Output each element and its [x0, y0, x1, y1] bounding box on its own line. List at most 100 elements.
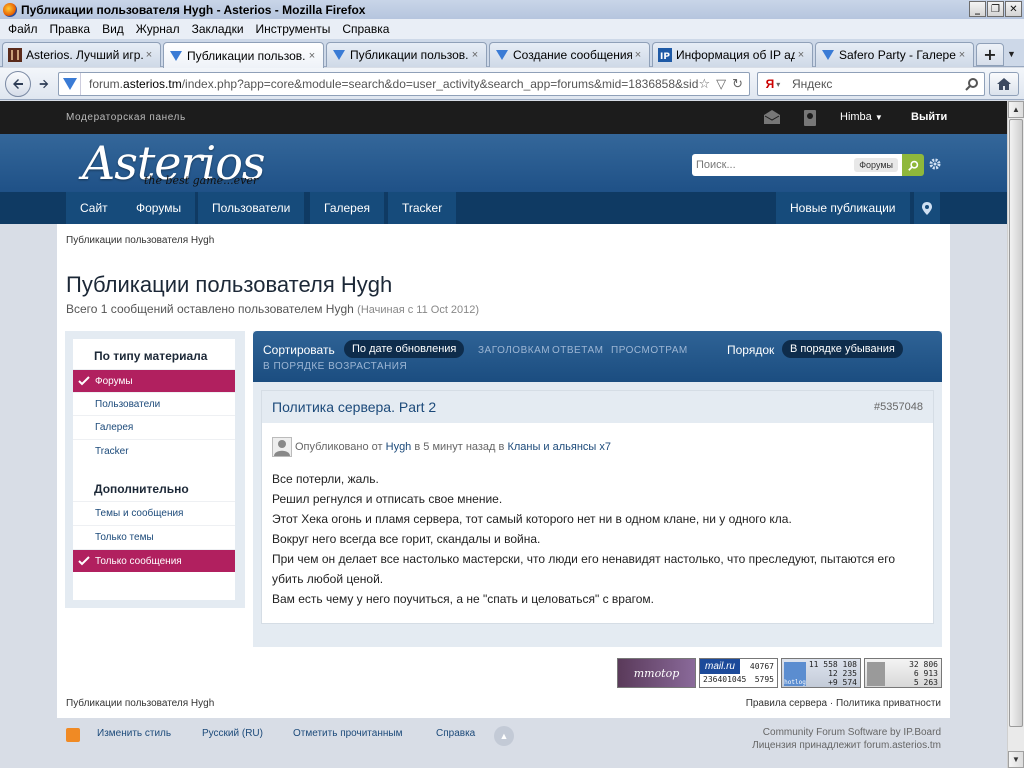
scroll-thumb[interactable]	[1009, 119, 1023, 727]
close-window-button[interactable]: ✕	[1005, 1, 1022, 17]
search-engine-input[interactable]: Яндекс	[788, 77, 960, 91]
yandex-logo-icon[interactable]: Я	[766, 77, 775, 91]
content-area: Публикации пользователя Hygh Публикации …	[57, 224, 950, 718]
scroll-down-arrow-icon[interactable]: ▼	[1008, 751, 1024, 768]
navigation-toolbar: forum.asterios.tm/index.php?app=core&mod…	[0, 68, 1024, 100]
tab-close-icon[interactable]: ×	[306, 50, 318, 62]
logout-link[interactable]: Выйти	[911, 111, 947, 123]
tab-bar: Asterios. Лучший игр... × Публикации пол…	[0, 39, 1024, 68]
tab-user-posts[interactable]: Публикации пользов... ×	[326, 42, 487, 67]
breadcrumb[interactable]: Публикации пользователя Hygh	[66, 235, 214, 246]
scroll-up-arrow-icon[interactable]: ▲	[1008, 101, 1024, 118]
menu-file[interactable]: Файл	[2, 22, 44, 36]
post-line: Вам есть чему у него поучиться, а не "сп…	[272, 592, 654, 606]
user-menu[interactable]: Himba ▼	[840, 111, 883, 123]
menu-bookmarks[interactable]: Закладки	[186, 22, 250, 36]
reload-icon[interactable]: ↻	[732, 76, 743, 92]
sort-by-replies-link[interactable]: ОТВЕТАМ	[552, 345, 604, 356]
bookmark-star-icon[interactable]: ☆	[698, 76, 710, 92]
history-dropdown-icon[interactable]: ▽	[716, 76, 726, 92]
tab-user-posts-active[interactable]: Публикации пользов... ×	[163, 42, 324, 68]
search-bar[interactable]: Я ▾ Яндекс	[757, 72, 985, 96]
search-settings-gear-icon[interactable]	[928, 157, 942, 171]
mmotop-counter[interactable]: mmotop	[617, 658, 696, 688]
mailru-counter[interactable]: mail.ru 40767 236401045 5795	[699, 658, 778, 688]
sidebar-item-gallery[interactable]: Галерея	[73, 415, 235, 438]
web-page: Модераторская панель Himba ▼ Выйти Aster…	[0, 101, 1007, 768]
tab-close-icon[interactable]: ×	[143, 49, 155, 61]
sidebar-item-tracker[interactable]: Tracker	[73, 439, 235, 462]
change-style-link[interactable]: Изменить стиль	[97, 728, 171, 739]
tab-ip-info[interactable]: IP Информация об IP ад... ×	[652, 42, 813, 67]
home-button[interactable]	[989, 72, 1019, 96]
back-button[interactable]	[5, 71, 31, 97]
tab-close-icon[interactable]: ×	[632, 49, 644, 61]
tab-close-icon[interactable]: ×	[795, 49, 807, 61]
nav-gallery[interactable]: Галерея	[310, 192, 386, 224]
nav-location-pin[interactable]	[914, 192, 940, 224]
sidebar-item-members[interactable]: Пользователи	[73, 392, 235, 415]
mark-read-link[interactable]: Отметить прочитанным	[293, 728, 402, 739]
search-submit-button[interactable]	[902, 154, 924, 176]
tab-close-icon[interactable]: ×	[469, 49, 481, 61]
address-bar[interactable]: forum.asterios.tm/index.php?app=core&mod…	[58, 72, 750, 96]
menu-edit[interactable]: Правка	[44, 22, 97, 36]
forward-button[interactable]	[33, 74, 55, 94]
avatar[interactable]	[272, 437, 292, 457]
menu-view[interactable]: Вид	[96, 22, 130, 36]
search-scope-button[interactable]: Форумы	[854, 158, 898, 172]
tab-close-icon[interactable]: ×	[956, 49, 968, 61]
help-link[interactable]: Справка	[436, 728, 475, 739]
order-asc-link[interactable]: В ПОРЯДКЕ ВОЗРАСТАНИЯ	[263, 361, 407, 372]
maximize-button[interactable]: ❐	[987, 1, 1004, 17]
rss-icon[interactable]	[66, 728, 80, 742]
server-rules-link[interactable]: Правила сервера	[746, 698, 827, 709]
tab-safero-gallery[interactable]: Safero Party - Галере... ×	[815, 42, 974, 67]
tab-list-dropdown-icon[interactable]: ▼	[1007, 49, 1016, 59]
site-identity-icon[interactable]	[59, 73, 81, 95]
site-search-input[interactable]: Поиск... Форумы	[692, 154, 902, 176]
sort-by-views-link[interactable]: ПРОСМОТРАМ	[611, 345, 688, 356]
search-magnifier-icon[interactable]	[960, 77, 984, 91]
menu-help[interactable]: Справка	[336, 22, 395, 36]
sidebar-item-posts-only[interactable]: Только сообщения	[73, 549, 235, 572]
sidebar-item-topics-and-posts[interactable]: Темы и сообщения	[73, 501, 235, 524]
nav-tracker[interactable]: Tracker	[388, 192, 458, 224]
menu-bar: Файл Правка Вид Журнал Закладки Инструме…	[0, 19, 1024, 39]
author-link[interactable]: Hygh	[386, 441, 412, 453]
privacy-policy-link[interactable]: Политика приватности	[836, 698, 941, 709]
nav-members[interactable]: Пользователи	[198, 192, 306, 224]
sidebar-item-forums[interactable]: Форумы	[73, 369, 235, 392]
tab-asterios[interactable]: Asterios. Лучший игр... ×	[2, 42, 161, 67]
nav-new-content[interactable]: Новые публикации	[776, 192, 911, 224]
site-logo[interactable]: Asterios the best game...ever	[82, 136, 266, 190]
forum-link[interactable]: Кланы и альянсы x7	[507, 441, 611, 453]
url-text[interactable]: forum.asterios.tm/index.php?app=core&mod…	[81, 77, 698, 91]
software-credit[interactable]: Community Forum Software by IP.Board	[752, 726, 941, 739]
new-tab-button[interactable]: +	[976, 43, 1004, 66]
tab-create-post[interactable]: Создание сообщения... ×	[489, 42, 650, 67]
menu-history[interactable]: Журнал	[130, 22, 186, 36]
page-scrollbar[interactable]: ▲ ▼	[1007, 101, 1024, 768]
tab-label: Публикации пользов...	[350, 48, 469, 62]
back-to-top-icon[interactable]: ▲	[494, 726, 514, 746]
forum-favicon-icon	[170, 50, 182, 61]
hotlog-counter[interactable]: hotlog 11 558 108 12 235 +9 574	[781, 658, 861, 688]
post-title-link[interactable]: Политика сервера. Part 2	[272, 399, 436, 415]
menu-tools[interactable]: Инструменты	[250, 22, 337, 36]
post-number-link[interactable]: #5357048	[874, 401, 923, 413]
order-desc-button[interactable]: В порядке убывания	[782, 340, 903, 358]
nav-site[interactable]: Сайт	[66, 192, 123, 224]
moderator-panel-link[interactable]: Модераторская панель	[66, 112, 186, 123]
messages-icon[interactable]	[764, 110, 780, 124]
sidebar-item-topics-only[interactable]: Только темы	[73, 525, 235, 548]
footer-breadcrumb[interactable]: Публикации пользователя Hygh	[66, 698, 214, 709]
minimize-button[interactable]: _	[969, 1, 986, 17]
nav-forums[interactable]: Форумы	[122, 192, 197, 224]
sort-by-title-link[interactable]: ЗАГОЛОВКАМ	[478, 345, 550, 356]
engine-dropdown-icon[interactable]: ▾	[776, 80, 780, 89]
sort-by-updated-button[interactable]: По дате обновления	[344, 340, 465, 358]
language-link[interactable]: Русский (RU)	[202, 728, 263, 739]
liveinternet-counter[interactable]: 32 806 6 913 5 263	[864, 658, 942, 688]
notifications-icon[interactable]	[803, 110, 817, 126]
